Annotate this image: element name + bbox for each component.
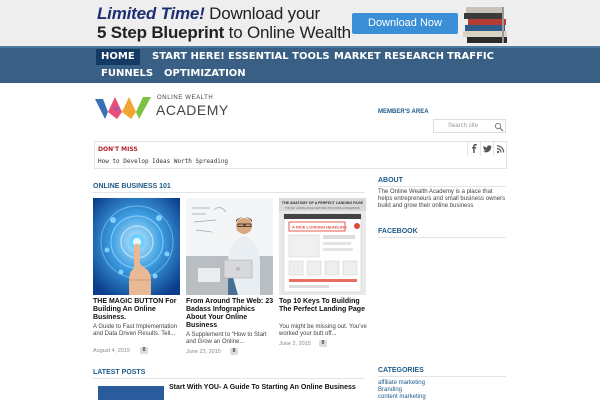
dont-miss-headline[interactable]: How to Develop Ideas Worth Spreading xyxy=(98,158,228,165)
logo-line1: ONLINE WEALTH xyxy=(157,95,214,101)
comment-count[interactable]: 0 xyxy=(230,348,238,355)
post-thumbnail-landing-page[interactable]: THE ANATOMY OF A PERFECT LANDING PAGE TO… xyxy=(279,198,366,295)
latest-post-title[interactable]: Start With YOU- A Guide To Starting An O… xyxy=(169,384,369,392)
post-thumbnail-infographics[interactable] xyxy=(186,198,273,295)
post-thumbnail-magic-button[interactable] xyxy=(93,198,180,295)
facebook-icon[interactable] xyxy=(467,142,480,156)
banner-blueprint-text: 5 Step Blueprint xyxy=(97,23,225,42)
promo-banner[interactable]: Limited Time! Download your 5 Step Bluep… xyxy=(0,0,600,48)
post-date: August 4, 2015 xyxy=(93,348,131,354)
books-stack-icon xyxy=(463,7,507,43)
members-area-link[interactable]: MEMBER'S AREA xyxy=(378,109,429,115)
nav-item-traffic[interactable]: TRAFFIC xyxy=(442,49,499,65)
search-input[interactable]: Search site xyxy=(448,123,478,129)
post-excerpt-infographics: A Supplement to “How to Start and Grow a… xyxy=(186,332,267,345)
page-root: Limited Time! Download your 5 Step Bluep… xyxy=(0,0,600,400)
sidebar-about-text: The Online Wealth Academy is a place tha… xyxy=(378,189,506,209)
post-title-landing-page[interactable]: Top 10 Keys To Building The Perfect Land… xyxy=(279,298,369,314)
post-date: June 23, 2015 xyxy=(186,349,221,355)
post-excerpt-landing-page: You might be missing out. You’ve worked … xyxy=(279,324,367,337)
banner-wealth-text: to Online Wealth xyxy=(224,23,351,42)
infographic-headline: A NICE LOOKING HEADLINE xyxy=(292,225,347,230)
post-date: June 2, 2015 xyxy=(279,341,311,347)
sidebar-divider xyxy=(378,186,506,187)
section-divider xyxy=(93,192,365,193)
search-box[interactable]: Search site xyxy=(433,119,506,133)
post-title-infographics[interactable]: From Around The Web: 23 Badass Infograph… xyxy=(186,298,276,330)
nav-item-market-research[interactable]: MARKET RESEARCH xyxy=(329,49,449,65)
academy-logo-icon[interactable] xyxy=(95,93,151,121)
infographic-sub: TOP KEY LANDING PAGE FEATURES THAT DRIVE… xyxy=(285,207,360,210)
nav-item-home[interactable]: HOME xyxy=(96,49,140,65)
infographic-header: THE ANATOMY OF A PERFECT LANDING PAGE xyxy=(282,201,364,205)
nav-item-essential-tools[interactable]: ESSENTIAL TOOLS xyxy=(223,49,335,65)
logo-line2: ACADEMY xyxy=(156,102,229,118)
sidebar-categories-heading: CATEGORIES xyxy=(378,367,424,374)
rss-icon[interactable] xyxy=(493,142,506,156)
banner-limited-text: Limited Time! xyxy=(97,4,205,23)
section-online-business-heading[interactable]: ONLINE BUSINESS 101 xyxy=(93,183,171,190)
nav-item-start-here[interactable]: START HERE! xyxy=(147,49,230,65)
nav-item-funnels[interactable]: FUNNELS xyxy=(96,66,158,82)
banner-subline: 5 Step Blueprint to Online Wealth xyxy=(97,23,351,43)
banner-headline: Limited Time! Download your xyxy=(97,4,320,24)
nav-item-optimization[interactable]: OPTIMIZATION xyxy=(159,66,251,82)
search-icon[interactable] xyxy=(494,122,504,132)
section-divider xyxy=(93,378,365,379)
post-title-magic-button[interactable]: THE MAGIC BUTTON For Building An Online … xyxy=(93,298,183,322)
comment-count[interactable]: 0 xyxy=(319,340,327,347)
twitter-icon[interactable] xyxy=(480,142,493,156)
latest-post-thumbnail[interactable] xyxy=(98,386,164,400)
banner-download-text: Download your xyxy=(204,4,320,23)
post-excerpt-magic-button: A Guide to Fast Implementation and Data … xyxy=(93,324,178,337)
sidebar-about-heading: ABOUT xyxy=(378,177,403,184)
section-latest-posts-heading: LATEST POSTS xyxy=(93,369,146,376)
sidebar-facebook-heading: FACEBOOK xyxy=(378,228,418,235)
download-now-button[interactable]: Download Now xyxy=(352,13,458,34)
comment-count[interactable]: 0 xyxy=(140,347,148,354)
category-link[interactable]: content marketing xyxy=(378,394,426,400)
dont-miss-bar: DON'T MISS How to Develop Ideas Worth Sp… xyxy=(94,141,507,169)
category-link[interactable]: affiliate marketing xyxy=(378,380,425,386)
dont-miss-label: DON'T MISS xyxy=(98,146,138,153)
category-link[interactable]: Branding xyxy=(378,387,402,393)
main-nav: HOME START HERE! ESSENTIAL TOOLS MARKET … xyxy=(0,46,600,83)
sidebar-divider xyxy=(378,376,506,377)
sidebar-divider xyxy=(378,237,506,238)
